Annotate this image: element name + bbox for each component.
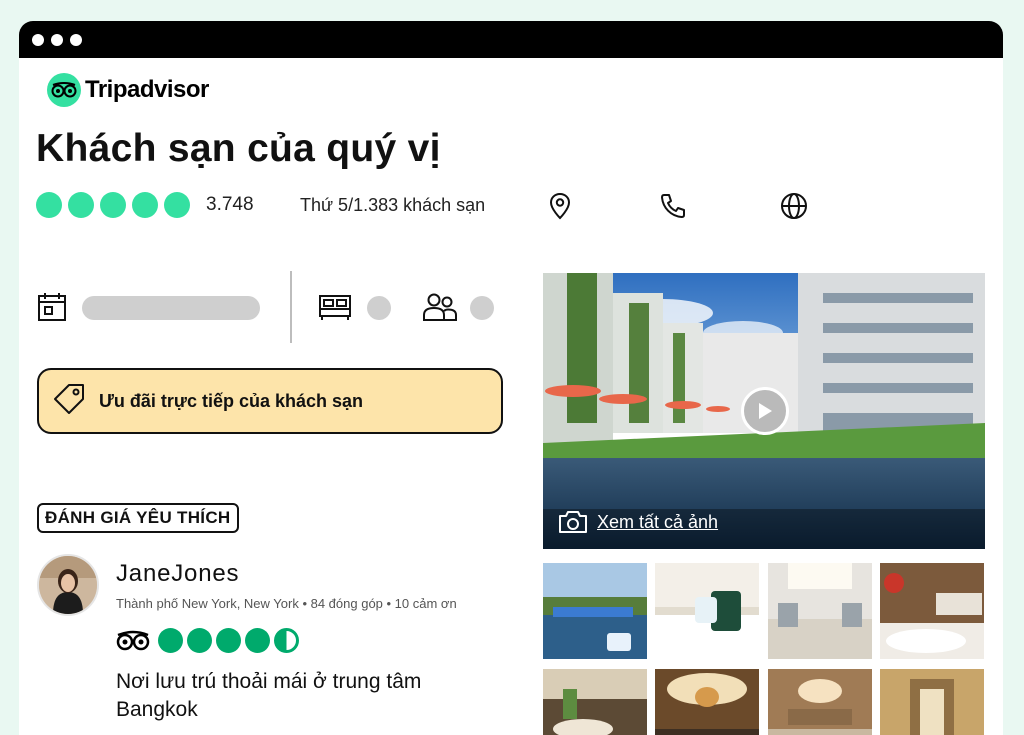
photo-thumbnail[interactable] (768, 563, 872, 659)
review-rating (116, 628, 303, 653)
booking-bar (36, 271, 496, 343)
browser-window: Tripadvisor Khách sạn của quý vị 3.748 T… (19, 21, 1003, 735)
direct-deal-button[interactable]: Ưu đãi trực tiếp của khách sạn (37, 368, 503, 434)
hotel-rating[interactable]: 3.748 (36, 190, 254, 220)
play-icon (759, 403, 772, 419)
photo-thumbnail[interactable] (655, 669, 759, 735)
reviewer-meta: Thành phố New York, New York • 84 đóng g… (116, 596, 457, 611)
rating-bubble (132, 192, 158, 218)
see-all-photos-label: Xem tất cả ảnh (597, 511, 719, 532)
tripadvisor-logo[interactable]: Tripadvisor (47, 73, 209, 107)
window-dot (70, 33, 82, 46)
tripadvisor-owl-icon (47, 73, 81, 107)
rating-bubble (100, 192, 126, 218)
play-video-button[interactable] (741, 387, 789, 435)
favorite-reviews-badge: ĐÁNH GIÁ YÊU THÍCH (37, 503, 239, 533)
hotel-hero-photo[interactable]: Xem tất cả ảnh (543, 273, 985, 549)
review-count[interactable]: 3.748 (206, 194, 254, 216)
avatar[interactable] (37, 554, 99, 616)
hotel-rank[interactable]: Thứ 5/1.383 khách sạn (300, 195, 485, 216)
calendar-icon[interactable] (36, 291, 68, 328)
rating-bubble (164, 192, 190, 218)
rating-bubble (158, 628, 183, 653)
divider (290, 271, 292, 343)
rating-bubble (245, 628, 270, 653)
guests-icon[interactable] (422, 291, 458, 328)
window-dot (32, 33, 44, 46)
globe-icon[interactable] (779, 191, 809, 221)
bed-icon[interactable] (317, 292, 353, 327)
rating-bubble (68, 192, 94, 218)
camera-icon (557, 509, 589, 535)
see-all-photos-link[interactable]: Xem tất cả ảnh (557, 509, 718, 535)
rooms-selector[interactable] (367, 296, 391, 320)
rating-bubble (187, 628, 212, 653)
photo-thumbnail[interactable] (543, 563, 647, 659)
browser-titlebar (19, 21, 1003, 58)
photo-thumbnail[interactable] (880, 563, 984, 659)
phone-icon[interactable] (658, 191, 688, 221)
date-picker[interactable] (82, 296, 260, 320)
photo-thumbnail[interactable] (655, 563, 759, 659)
photo-thumbnail[interactable] (768, 669, 872, 735)
logo-text: Tripadvisor (85, 76, 209, 103)
guests-selector[interactable] (470, 296, 494, 320)
hotel-title: Khách sạn của quý vị (36, 127, 441, 170)
photo-thumbnail[interactable] (880, 669, 984, 735)
map-pin-icon[interactable] (545, 191, 575, 221)
tripadvisor-owl-icon (116, 630, 150, 652)
rating-bubble-half (274, 628, 299, 653)
reviewer-name[interactable]: JaneJones (116, 560, 239, 588)
rating-bubble (216, 628, 241, 653)
photo-thumbnail[interactable] (543, 669, 647, 735)
rating-bubble (36, 192, 62, 218)
deal-label: Ưu đãi trực tiếp của khách sạn (99, 390, 364, 411)
review-title[interactable]: Nơi lưu trú thoải mái ở trung tâm Bangko… (116, 668, 496, 724)
window-dot (51, 33, 63, 46)
tag-icon (51, 381, 87, 422)
